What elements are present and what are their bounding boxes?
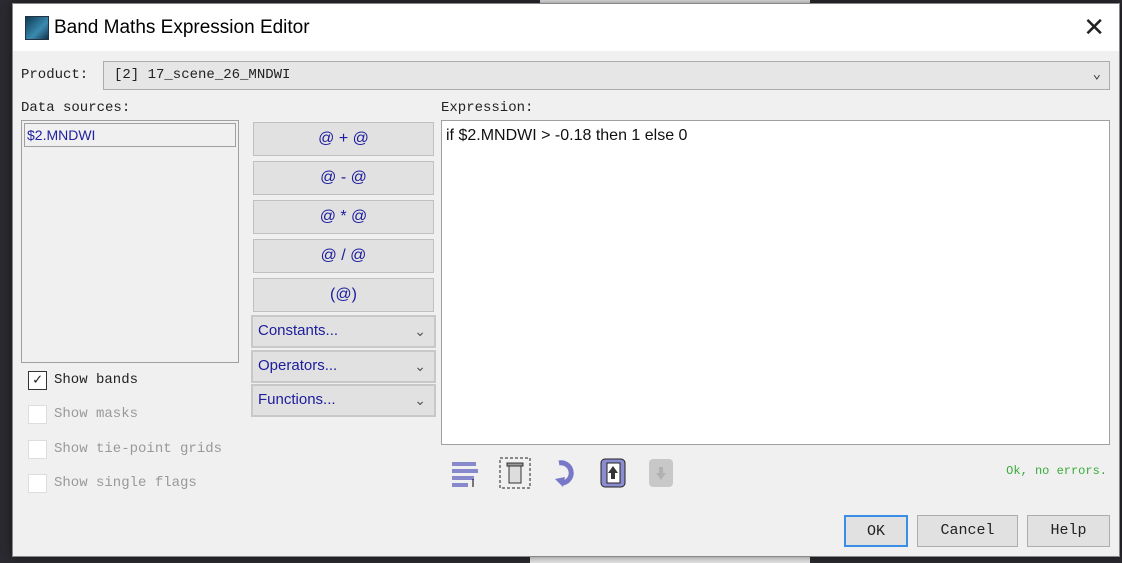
undo-icon[interactable] (549, 456, 581, 490)
snap-app-icon (25, 16, 49, 40)
data-sources-label: Data sources: (21, 100, 131, 116)
checkbox-box (28, 473, 47, 493)
checkbox-label: Show single flags (54, 475, 197, 491)
constants-dropdown[interactable]: Constants... ⌄ (251, 315, 436, 348)
show-tie-point-grids-checkbox[interactable]: Show tie-point grids (28, 438, 222, 460)
add-button[interactable]: @ + @ (253, 122, 434, 156)
constants-label: Constants... (258, 322, 339, 339)
close-icon[interactable]: ✕ (1083, 14, 1105, 40)
multiply-button[interactable]: @ * @ (253, 200, 434, 234)
parentheses-button[interactable]: (@) (253, 278, 434, 312)
checkbox-box (28, 404, 47, 424)
functions-dropdown[interactable]: Functions... ⌄ (251, 384, 436, 417)
edit-expression-icon[interactable] (449, 456, 481, 490)
window-title: Band Maths Expression Editor (54, 17, 310, 38)
expression-label: Expression: (441, 100, 534, 116)
checkbox-label: Show masks (54, 406, 139, 422)
data-sources-list[interactable]: $2.MNDWI (21, 120, 239, 363)
list-item[interactable]: $2.MNDWI (24, 123, 236, 147)
checkbox-box (28, 439, 47, 459)
chevron-down-icon: ⌄ (414, 392, 426, 408)
ok-button[interactable]: OK (844, 515, 908, 547)
history-down-icon (645, 456, 677, 490)
chevron-down-icon: ⌄ (414, 358, 426, 374)
show-masks-checkbox[interactable]: Show masks (28, 403, 138, 425)
band-maths-dialog: Band Maths Expression Editor ✕ Product: … (12, 3, 1120, 557)
functions-label: Functions... (258, 391, 336, 408)
product-value: [2] 17_scene_26_MNDWI (114, 67, 291, 83)
status-message: Ok, no errors. (1006, 464, 1107, 478)
divide-button[interactable]: @ / @ (253, 239, 434, 273)
checkbox-label: Show bands (54, 372, 139, 388)
operators-dropdown[interactable]: Operators... ⌄ (251, 350, 436, 383)
clear-trash-icon[interactable] (499, 456, 531, 490)
cancel-button[interactable]: Cancel (917, 515, 1018, 547)
product-label: Product: (21, 67, 89, 83)
history-up-icon[interactable] (597, 456, 629, 490)
show-bands-checkbox[interactable]: ✓ Show bands (28, 369, 138, 391)
checkmark-icon: ✓ (28, 370, 47, 390)
operators-label: Operators... (258, 357, 338, 374)
product-select[interactable]: [2] 17_scene_26_MNDWI ⌄ (103, 61, 1110, 90)
title-bar: Band Maths Expression Editor ✕ (13, 4, 1119, 51)
checkbox-label: Show tie-point grids (54, 441, 223, 457)
help-button[interactable]: Help (1027, 515, 1110, 547)
subtract-button[interactable]: @ - @ (253, 161, 434, 195)
chevron-down-icon: ⌄ (1092, 67, 1101, 83)
show-single-flags-checkbox[interactable]: Show single flags (28, 472, 197, 494)
expression-textarea[interactable]: if $2.MNDWI > -0.18 then 1 else 0 (441, 120, 1110, 445)
background-window-buttons (530, 557, 810, 563)
chevron-down-icon: ⌄ (414, 323, 426, 339)
